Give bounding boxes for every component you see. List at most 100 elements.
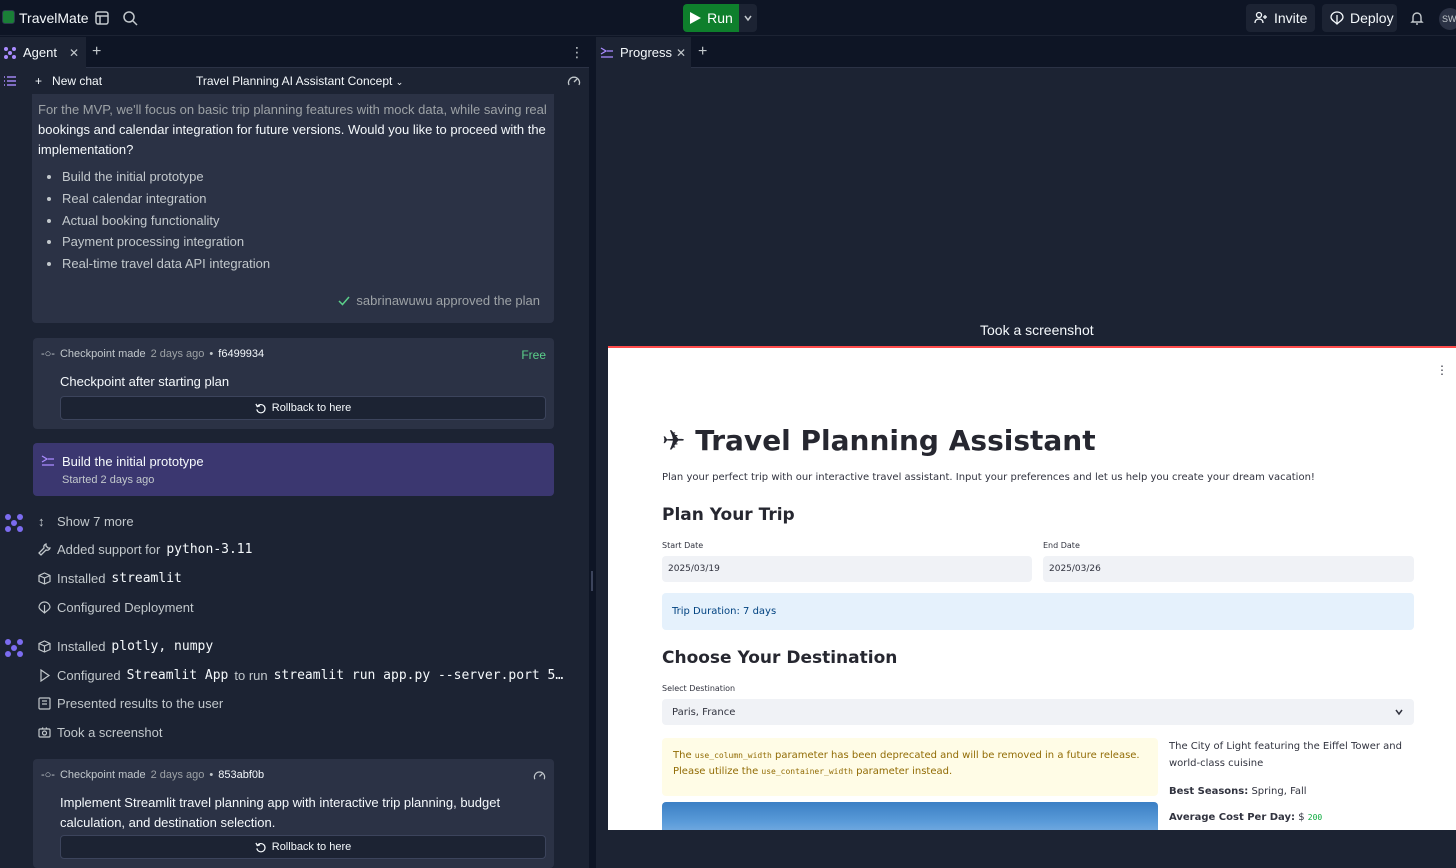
presented-label: Presented results to the user	[57, 696, 224, 711]
configured-app-code: Streamlit App	[126, 668, 229, 683]
usage-gauge-icon[interactable]	[533, 769, 546, 782]
action-installed: Installed streamlit	[38, 571, 182, 586]
checkpoint-time: 2 days ago	[150, 348, 205, 360]
checkpoint-hash[interactable]: f6499934	[218, 348, 264, 360]
build-task-status: Started 2 days ago	[62, 474, 154, 486]
app-title: ✈ Travel Planning Assistant	[662, 424, 1096, 457]
show-more-label: Show 7 more	[57, 514, 134, 529]
destination-details: The City of Light featuring the Eiffel T…	[1169, 738, 1409, 800]
checkpoint-time: 2 days ago	[150, 769, 205, 781]
warn-the: The	[673, 750, 692, 761]
plan-item: Actual booking functionality	[62, 210, 548, 232]
app-logo-icon[interactable]	[2, 10, 15, 24]
chevron-down-icon	[1395, 709, 1403, 716]
left-tab-bar: Agent ✕ + ⋮	[0, 37, 589, 68]
expand-vertical-icon: ↕	[38, 514, 45, 529]
checkpoint-hash[interactable]: 853abf0b	[218, 769, 264, 781]
chat-list-icon[interactable]	[3, 74, 17, 88]
add-tab-icon[interactable]: +	[698, 43, 707, 61]
trip-duration-info: Trip Duration: 7 days	[662, 593, 1414, 630]
progress-task-icon	[41, 455, 54, 466]
camera-icon	[38, 727, 51, 738]
build-task-card[interactable]: Build the initial prototype Started 2 da…	[33, 443, 554, 496]
plan-trip-heading: Plan Your Trip	[662, 505, 795, 525]
run-button[interactable]: Run	[683, 4, 739, 32]
deploy-icon	[38, 601, 51, 614]
search-icon[interactable]	[121, 9, 139, 27]
checkpoint-icon: -○-	[41, 348, 55, 360]
deploy-button[interactable]: Deploy	[1322, 4, 1397, 32]
warn-code-1: use_column_width	[694, 751, 772, 760]
plan-text: For the MVP, we'll focus on basic trip p…	[38, 100, 548, 160]
wrench-icon	[38, 543, 51, 556]
plan-faded-text: For the MVP, we'll focus on basic trip p…	[38, 102, 547, 117]
build-task-title: Build the initial prototype	[62, 454, 204, 469]
checkpoint-icon: -○-	[41, 769, 55, 781]
rollback-icon	[255, 403, 266, 413]
destination-description: The City of Light featuring the Eiffel T…	[1169, 741, 1402, 769]
checkpoint-label: Checkpoint made	[59, 348, 146, 360]
pane-splitter[interactable]	[589, 37, 596, 868]
configured-deployment-label: Configured Deployment	[57, 600, 194, 615]
warn-code-2: use_container_width	[761, 767, 853, 776]
new-chat-button[interactable]: + New chat	[35, 74, 102, 88]
usage-gauge-icon[interactable]	[567, 74, 581, 88]
build-started-label: Started	[62, 474, 98, 486]
chat-header: + New chat Travel Planning AI Assistant …	[0, 68, 589, 94]
file-tree-icon[interactable]	[93, 9, 111, 27]
checkpoint-header: -○- Checkpoint made 2 days ago • 853abf0…	[41, 769, 264, 781]
splitter-handle[interactable]	[591, 571, 593, 591]
rollback-label: Rollback to here	[271, 402, 352, 414]
check-icon	[338, 296, 350, 306]
deploy-icon	[1330, 11, 1344, 25]
added-support-prefix: Added support for	[57, 542, 161, 557]
deprecation-warning: The use_column_width parameter has been …	[662, 738, 1158, 796]
destination-image	[662, 802, 1158, 830]
more-options-icon[interactable]: ⋮	[570, 44, 584, 61]
rollback-button[interactable]: Rollback to here	[60, 396, 546, 420]
app-name[interactable]: TravelMate	[19, 10, 89, 26]
approved-text: sabrinawuwu approved the plan	[356, 293, 540, 308]
dot-separator: •	[209, 769, 214, 781]
action-installed-2: Installed plotly, numpy	[38, 639, 213, 654]
run-label: Run	[707, 10, 733, 26]
cost-value: 200	[1307, 813, 1323, 822]
chevron-down-icon: ⌄	[395, 77, 404, 87]
invite-button[interactable]: Invite	[1246, 4, 1315, 32]
plan-message: For the MVP, we'll focus on basic trip p…	[32, 94, 554, 323]
user-avatar[interactable]: SW	[1439, 8, 1456, 30]
add-tab-icon[interactable]: +	[92, 43, 101, 61]
show-more-button[interactable]: ↕ Show 7 more	[38, 514, 134, 529]
agent-avatar-icon	[5, 514, 23, 532]
configured-prefix: Configured	[57, 668, 121, 683]
action-presented: Presented results to the user	[38, 696, 223, 711]
run-options-button[interactable]	[739, 4, 757, 32]
best-seasons-value: Spring, Fall	[1251, 786, 1307, 797]
start-date-label: Start Date	[662, 541, 704, 550]
chat-title-dropdown[interactable]: Travel Planning AI Assistant Concept ⌄	[196, 74, 403, 88]
dot-separator: •	[209, 348, 214, 360]
chat-title: Travel Planning AI Assistant Concept	[196, 74, 393, 88]
agent-icon	[4, 46, 16, 59]
average-cost: Average Cost Per Day: $ 200	[1169, 812, 1322, 823]
installed2-prefix: Installed	[57, 639, 106, 654]
close-tab-icon[interactable]: ✕	[676, 46, 686, 60]
progress-pane: Progress ✕ + Took a screenshot ⋮ ✈ Trave…	[596, 37, 1456, 868]
close-tab-icon[interactable]: ✕	[69, 46, 79, 60]
checkpoint-title: Checkpoint after starting plan	[60, 374, 230, 389]
right-tab-bar: Progress ✕ +	[596, 37, 1456, 68]
action-added-support: Added support for python-3.11	[38, 542, 252, 557]
chevron-down-icon	[744, 15, 752, 22]
build-started-time: 2 days ago	[100, 474, 155, 486]
start-date-input: 2025/03/19	[662, 556, 1032, 582]
new-chat-label: New chat	[52, 74, 103, 88]
configured-mid: to run	[234, 668, 268, 683]
rollback-button[interactable]: Rollback to here	[60, 835, 546, 859]
installed2-code: plotly, numpy	[111, 639, 214, 654]
chat-scroll-area[interactable]: For the MVP, we'll focus on basic trip p…	[0, 94, 589, 868]
plan-body-text: bookings and calendar integration for fu…	[38, 122, 546, 157]
play-outline-icon	[40, 669, 51, 682]
configured-cmd: streamlit run app.py --server.port 5…	[273, 668, 564, 683]
action-screenshot: Took a screenshot	[38, 725, 163, 740]
notifications-bell-icon[interactable]	[1408, 9, 1426, 27]
